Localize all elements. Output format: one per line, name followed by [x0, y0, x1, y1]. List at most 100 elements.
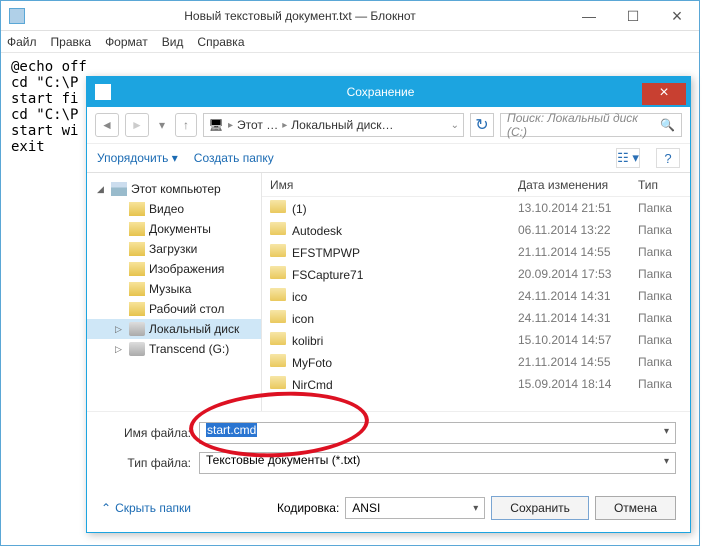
- computer-icon: [111, 182, 127, 196]
- save-button[interactable]: Сохранить: [491, 496, 589, 520]
- search-icon: 🔍: [660, 118, 675, 132]
- notepad-title: Новый текстовый документ.txt — Блокнот: [33, 9, 567, 23]
- drive-icon: 🖥: [208, 117, 224, 133]
- folder-icon: [270, 200, 286, 213]
- save-dialog: Сохранение × ◄ ► ▾ ↑ 🖥 ▸ Этот … ▸ Локаль…: [86, 76, 691, 533]
- refresh-button[interactable]: ↻: [470, 113, 494, 137]
- folder-icon: [270, 354, 286, 367]
- folder-icon: [129, 322, 145, 336]
- file-row[interactable]: MyFoto21.11.2014 14:55Папка: [262, 351, 690, 373]
- tree-item-label: Загрузки: [149, 242, 197, 256]
- encoding-value: ANSI: [352, 501, 380, 515]
- tree-item-label: Музыка: [149, 282, 191, 296]
- filename-input[interactable]: start.cmd: [199, 422, 676, 444]
- menu-help[interactable]: Справка: [197, 35, 244, 49]
- tree-item-видео[interactable]: Видео: [87, 199, 261, 219]
- tree-item-музыка[interactable]: Музыка: [87, 279, 261, 299]
- breadcrumb-seg-1[interactable]: Этот …: [237, 118, 278, 132]
- dialog-titlebar[interactable]: Сохранение ×: [87, 77, 690, 107]
- nav-bar: ◄ ► ▾ ↑ 🖥 ▸ Этот … ▸ Локальный диск… ⌄ ↻…: [87, 107, 690, 143]
- folder-icon: [270, 288, 286, 301]
- tree-item-transcend-g-[interactable]: ▷ Transcend (G:): [87, 339, 261, 359]
- view-options-button[interactable]: ☷ ▾: [616, 148, 640, 168]
- filename-label: Имя файла:: [101, 426, 199, 440]
- file-row[interactable]: kolibri15.10.2014 14:57Папка: [262, 329, 690, 351]
- toolbar: Упорядочить ▾ Создать папку ☷ ▾ ?: [87, 143, 690, 173]
- tree-item-label: Рабочий стол: [149, 302, 224, 316]
- file-row[interactable]: FSCapture7120.09.2014 17:53Папка: [262, 263, 690, 285]
- col-name[interactable]: Имя: [262, 178, 510, 192]
- col-type[interactable]: Тип: [630, 178, 690, 192]
- nav-back-button[interactable]: ◄: [95, 113, 119, 137]
- dialog-close-button[interactable]: ×: [642, 83, 686, 105]
- folder-icon: [270, 332, 286, 345]
- close-button[interactable]: ×: [655, 5, 699, 27]
- menu-view[interactable]: Вид: [162, 35, 184, 49]
- expand-icon[interactable]: ▷: [115, 324, 125, 335]
- file-row[interactable]: Autodesk06.11.2014 13:22Папка: [262, 219, 690, 241]
- folder-icon: [129, 202, 145, 216]
- dialog-icon: [95, 84, 111, 100]
- filetype-value: Текстовые документы (*.txt): [206, 453, 360, 467]
- menu-file[interactable]: Файл: [7, 35, 37, 49]
- hide-folders-link[interactable]: ⌃ Скрыть папки: [101, 501, 191, 515]
- tree-item-изображения[interactable]: Изображения: [87, 259, 261, 279]
- expand-icon[interactable]: ▷: [115, 344, 125, 355]
- folder-icon: [129, 242, 145, 256]
- tree-item-рабочий-стол[interactable]: Рабочий стол: [87, 299, 261, 319]
- notepad-icon: [9, 8, 25, 24]
- folder-icon: [129, 282, 145, 296]
- folder-icon: [129, 302, 145, 316]
- breadcrumb[interactable]: 🖥 ▸ Этот … ▸ Локальный диск… ⌄: [203, 113, 464, 137]
- folder-tree[interactable]: ◢Этот компьютер Видео Документы Загрузки Изо…: [87, 173, 262, 411]
- tree-item-label: Видео: [149, 202, 184, 216]
- filetype-select[interactable]: Текстовые документы (*.txt): [199, 452, 676, 474]
- folder-icon: [270, 310, 286, 323]
- menu-edit[interactable]: Правка: [51, 35, 92, 49]
- filetype-label: Тип файла:: [101, 456, 199, 470]
- menu-format[interactable]: Формат: [105, 35, 148, 49]
- help-button[interactable]: ?: [656, 148, 680, 168]
- dialog-title: Сохранение: [119, 85, 642, 99]
- folder-icon: [129, 262, 145, 276]
- tree-item-этот-компьютер[interactable]: ◢Этот компьютер: [87, 179, 261, 199]
- dialog-footer: ⌃ Скрыть папки Кодировка: ANSI Сохранить…: [87, 490, 690, 532]
- encoding-label: Кодировка:: [277, 501, 339, 515]
- folder-icon: [270, 244, 286, 257]
- organize-menu[interactable]: Упорядочить ▾: [97, 151, 178, 165]
- chevron-down-icon[interactable]: ⌄: [451, 120, 459, 131]
- fields: Имя файла: start.cmd Тип файла: Текстовы…: [87, 411, 690, 490]
- folder-icon: [129, 342, 145, 356]
- file-row[interactable]: (1)13.10.2014 21:51Папка: [262, 197, 690, 219]
- expand-icon[interactable]: ◢: [97, 184, 107, 195]
- chevron-right-icon: ▸: [282, 120, 287, 131]
- file-row[interactable]: NirCmd15.09.2014 18:14Папка: [262, 373, 690, 395]
- file-list[interactable]: Имя Дата изменения Тип (1)13.10.2014 21:…: [262, 173, 690, 411]
- maximize-button[interactable]: ☐: [611, 5, 655, 27]
- file-row[interactable]: EFSTMPWP21.11.2014 14:55Папка: [262, 241, 690, 263]
- cancel-button[interactable]: Отмена: [595, 496, 676, 520]
- nav-recent-button[interactable]: ▾: [155, 113, 169, 137]
- folder-icon: [270, 222, 286, 235]
- tree-item-label: Документы: [149, 222, 211, 236]
- folder-icon: [270, 376, 286, 389]
- file-row[interactable]: ico24.11.2014 14:31Папка: [262, 285, 690, 307]
- search-input[interactable]: Поиск: Локальный диск (C:) 🔍: [500, 113, 682, 137]
- tree-item-label: Transcend (G:): [149, 342, 229, 356]
- chevron-right-icon: ▸: [228, 120, 233, 131]
- nav-up-button[interactable]: ↑: [175, 113, 197, 137]
- folder-icon: [270, 266, 286, 279]
- minimize-button[interactable]: —: [567, 5, 611, 27]
- encoding-select[interactable]: ANSI: [345, 497, 485, 519]
- tree-item-загрузки[interactable]: Загрузки: [87, 239, 261, 259]
- tree-item-документы[interactable]: Документы: [87, 219, 261, 239]
- file-list-header[interactable]: Имя Дата изменения Тип: [262, 173, 690, 197]
- breadcrumb-seg-2[interactable]: Локальный диск…: [291, 118, 393, 132]
- tree-item-label: Изображения: [149, 262, 224, 276]
- tree-item-локальный-диск[interactable]: ▷Локальный диск: [87, 319, 261, 339]
- new-folder-button[interactable]: Создать папку: [194, 151, 274, 165]
- file-row[interactable]: icon24.11.2014 14:31Папка: [262, 307, 690, 329]
- col-date[interactable]: Дата изменения: [510, 178, 630, 192]
- notepad-titlebar[interactable]: Новый текстовый документ.txt — Блокнот —…: [1, 1, 699, 31]
- nav-forward-button[interactable]: ►: [125, 113, 149, 137]
